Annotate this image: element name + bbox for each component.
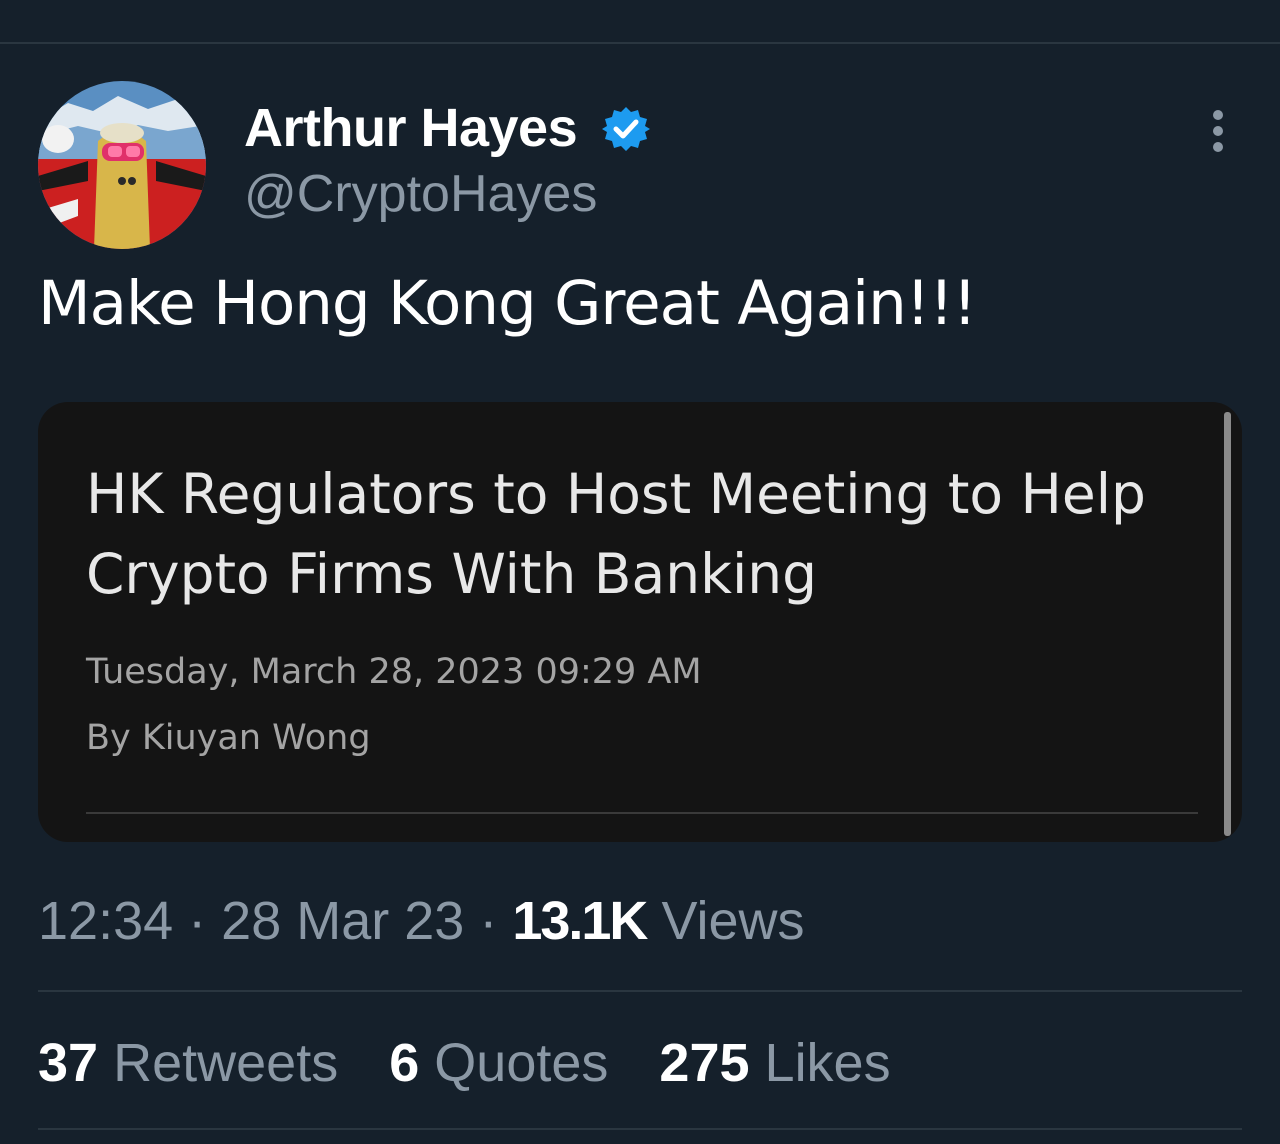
tweet-time[interactable]: 12:34 [38,891,173,951]
avatar-image [38,81,206,249]
article-screenshot[interactable]: HK Regulators to Host Meeting to Help Cr… [38,402,1242,842]
avatar[interactable] [38,81,206,249]
top-divider [0,42,1280,44]
quotes-stat[interactable]: 6 Quotes [389,1030,608,1096]
tweet-stats: 37 Retweets 6 Quotes 275 Likes [38,1030,891,1096]
author-handle[interactable]: @CryptoHayes [244,162,597,226]
tweet-date[interactable]: 28 Mar 23 [221,891,464,951]
retweets-count: 37 [38,1033,99,1093]
stats-divider-bottom [38,1128,1242,1130]
author-name[interactable]: Arthur Hayes [244,95,578,161]
stats-divider-top [38,990,1242,992]
separator: · [479,891,498,951]
quotes-count: 6 [389,1033,420,1093]
quotes-label: Quotes [434,1033,609,1093]
views-label: Views [661,891,805,951]
article-byline: By Kiuyan Wong [86,718,371,758]
article-divider [86,812,1198,814]
article-scrollbar [1224,412,1231,836]
likes-label: Likes [764,1033,891,1093]
tweet-meta: 12:34 · 28 Mar 23 · 13.1K Views [38,888,805,954]
tweet-text: Make Hong Kong Great Again!!! [38,268,977,339]
more-vertical-icon[interactable] [1198,106,1238,156]
article-title: HK Regulators to Host Meeting to Help Cr… [86,462,1146,606]
retweets-label: Retweets [113,1033,339,1093]
article-date: Tuesday, March 28, 2023 09:29 AM [86,652,702,692]
separator: · [188,891,207,951]
retweets-stat[interactable]: 37 Retweets [38,1030,338,1096]
likes-count: 275 [659,1033,750,1093]
likes-stat[interactable]: 275 Likes [659,1030,890,1096]
views-count: 13.1K [512,891,648,951]
verified-badge-icon [602,105,650,153]
